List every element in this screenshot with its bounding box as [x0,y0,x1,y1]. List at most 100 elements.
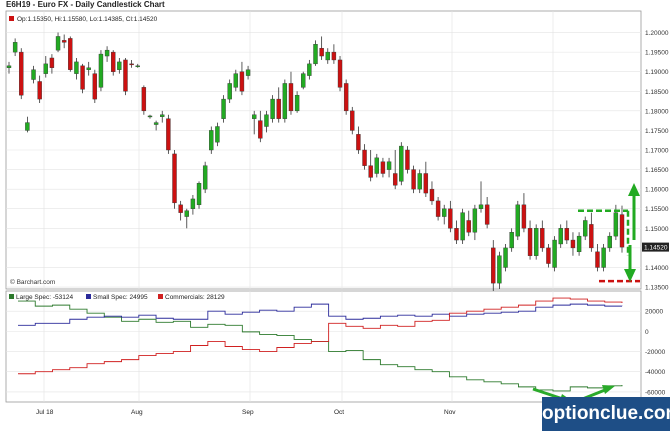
candle-up [374,157,379,174]
candle-up [270,98,275,119]
candle-up [607,235,612,249]
candle-down [619,214,625,248]
candle-up [153,122,159,125]
price-y-tick-label: 1.18500 [645,89,669,96]
candle-up [43,63,48,74]
cot-y-tick-label: 0 [645,329,649,336]
candle-down [111,51,116,72]
cot-y-tick-label: 20000 [645,309,663,316]
candle-down [589,224,594,249]
candle-up [558,228,563,245]
cot-y-tick-label: -40000 [645,369,666,376]
candle-up [215,126,220,143]
price-y-tick-label: 1.13500 [645,285,669,292]
candle-up [98,53,104,88]
watermark-text: optionclue.com [542,403,670,424]
candle-down [319,47,324,57]
candle-down [37,81,42,100]
candle-up [25,122,30,131]
candle-down [129,63,134,66]
candle-down [521,204,527,229]
candle-up [160,114,165,117]
cot-panel-frame [5,290,642,403]
candle-down [239,71,245,92]
candle-down [92,73,98,100]
candle-up [184,210,189,217]
candle-down [141,87,147,112]
price-y-tick-label: 1.20000 [645,30,669,37]
cot-legend-label: Small Spec: 24995 [93,294,148,301]
candle-down [68,38,73,70]
candle-down [356,134,361,151]
candle-up [442,208,447,217]
candle-down [423,173,429,194]
candle-up [196,183,202,206]
candle-down [80,65,85,90]
candle-up [294,94,300,112]
candle-up [417,173,422,190]
candle-up [31,69,36,80]
x-axis-month-label: Nov [444,409,456,416]
candle-down [258,120,263,139]
candle-up [227,83,232,100]
cot-legend-swatch [9,294,14,299]
candle-up [576,235,582,253]
cot-y-tick-label: -60000 [645,389,666,396]
candle-down [178,204,183,213]
candle-down [454,228,459,241]
cot-legend-label: Large Spec: -53124 [16,294,73,301]
candle-up [55,36,61,51]
candle-down [527,228,533,256]
price-y-tick-label: 1.19500 [645,50,669,57]
x-axis-month-label: Aug [131,409,143,416]
chart-canvas[interactable]: 1.135001.140001.145001.150001.155001.160… [0,0,670,431]
candle-up [307,63,312,76]
candle-up [12,42,18,53]
candle-up [386,161,392,170]
candle-up [478,204,484,209]
candle-up [251,114,257,119]
candle-up [264,114,269,127]
price-y-tick-label: 1.15500 [645,206,669,213]
candle-down [411,169,416,190]
candle-up [583,220,588,237]
candle-up [104,49,110,57]
candle-up [301,73,306,88]
candle-up [282,83,288,119]
candle-down [484,204,490,225]
price-y-tick-label: 1.17000 [645,148,669,155]
candle-down [331,51,337,61]
candle-down [368,165,373,178]
cot-legend-swatch [158,294,163,299]
candle-up [74,61,79,74]
candle-up [613,212,619,237]
candle-up [221,98,226,119]
candle-up [515,204,520,237]
x-axis-month-label: Sep [242,409,254,416]
candle-up [117,61,122,70]
candle-down [570,239,576,249]
price-y-tick-label: 1.16000 [645,187,669,194]
candle-down [123,59,128,92]
candle-up [86,67,91,70]
candle-down [595,251,600,268]
candle-down [337,59,343,88]
candle-up [202,165,208,190]
cot-y-tick-label: -20000 [645,349,666,356]
candle-up [552,239,557,268]
price-info-text: Op:1.15350, Hi:1.15580, Lo:1.14385, Cl:1… [17,16,158,23]
candle-down [405,149,410,170]
candle-down [343,83,349,112]
candle-down [491,247,496,284]
credit-text: © Barchart.com [10,278,55,286]
candle-down [380,161,386,174]
x-axis-month-label: Oct [334,409,344,416]
candle-up [190,198,196,209]
candle-up [209,130,214,151]
last-price-label: 1.14520 [644,245,668,252]
candle-down [540,228,545,249]
candle-down [435,200,441,217]
candle-down [276,98,281,119]
candle-down [172,153,177,204]
price-info-swatch [9,16,14,21]
